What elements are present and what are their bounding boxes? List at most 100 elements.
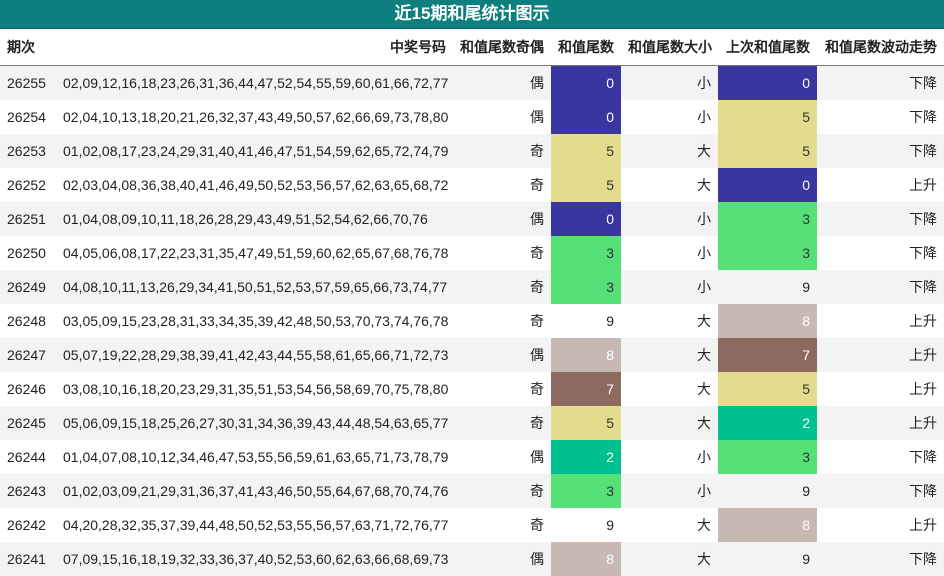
trend-cell: 上升: [817, 304, 944, 338]
page-title: 近15期和尾统计图示: [0, 0, 944, 29]
tail-cell: 5: [551, 406, 621, 440]
issue-cell: 26252: [0, 168, 56, 202]
prev-tail-cell: 8: [718, 508, 817, 542]
table-row[interactable]: 26250 04,05,06,08,17,22,23,31,35,47,49,51…: [0, 236, 944, 270]
size-cell: 小: [621, 270, 718, 304]
issue-cell: 26250: [0, 236, 56, 270]
prev-tail-cell: 9: [718, 474, 817, 508]
col-header-issue[interactable]: 期次: [0, 29, 56, 66]
tail-cell: 9: [551, 508, 621, 542]
numbers-cell: 02,04,10,13,18,20,21,26,32,37,43,49,50,5…: [56, 100, 453, 134]
parity-cell: 奇: [453, 508, 551, 542]
trend-cell: 下降: [817, 65, 944, 100]
size-cell: 小: [621, 65, 718, 100]
issue-cell: 26242: [0, 508, 56, 542]
table-row[interactable]: 26245 05,06,09,15,18,25,26,27,30,31,34,36…: [0, 406, 944, 440]
prev-tail-cell: 3: [718, 202, 817, 236]
table-row[interactable]: 26251 01,04,08,09,10,11,18,26,28,29,43,49…: [0, 202, 944, 236]
issue-cell: 26249: [0, 270, 56, 304]
col-header-prev-tail[interactable]: 上次和值尾数: [718, 29, 817, 66]
numbers-cell: 03,08,10,16,18,20,23,29,31,35,51,53,54,5…: [56, 372, 453, 406]
parity-cell: 奇: [453, 474, 551, 508]
header-row: 期次 中奖号码 和值尾数奇偶 和值尾数 和值尾数大小 上次和值尾数 和值尾数波动…: [0, 29, 944, 66]
table-row[interactable]: 26249 04,08,10,11,13,26,29,34,41,50,51,52…: [0, 270, 944, 304]
prev-tail-cell: 5: [718, 372, 817, 406]
table-row[interactable]: 26242 04,20,28,32,35,37,39,44,48,50,52,53…: [0, 508, 944, 542]
prev-tail-cell: 7: [718, 338, 817, 372]
prev-tail-cell: 2: [718, 406, 817, 440]
issue-cell: 26246: [0, 372, 56, 406]
parity-cell: 偶: [453, 202, 551, 236]
col-header-numbers[interactable]: 中奖号码: [56, 29, 453, 66]
numbers-cell: 01,02,03,09,21,29,31,36,37,41,43,46,50,5…: [56, 474, 453, 508]
tail-cell: 2: [551, 440, 621, 474]
size-cell: 大: [621, 338, 718, 372]
table-row[interactable]: 26253 01,02,08,17,23,24,29,31,40,41,46,47…: [0, 134, 944, 168]
issue-cell: 26244: [0, 440, 56, 474]
trend-cell: 下降: [817, 440, 944, 474]
col-header-parity[interactable]: 和值尾数奇偶: [453, 29, 551, 66]
prev-tail-cell: 5: [718, 100, 817, 134]
size-cell: 大: [621, 372, 718, 406]
tail-cell: 0: [551, 202, 621, 236]
issue-cell: 26253: [0, 134, 56, 168]
table-row[interactable]: 26241 07,09,15,16,18,19,32,33,36,37,40,52…: [0, 542, 944, 576]
numbers-cell: 02,03,04,08,36,38,40,41,46,49,50,52,53,5…: [56, 168, 453, 202]
table-row[interactable]: 26247 05,07,19,22,28,29,38,39,41,42,43,44…: [0, 338, 944, 372]
prev-tail-cell: 9: [718, 270, 817, 304]
table-row[interactable]: 26252 02,03,04,08,36,38,40,41,46,49,50,52…: [0, 168, 944, 202]
trend-cell: 下降: [817, 100, 944, 134]
issue-cell: 26251: [0, 202, 56, 236]
trend-cell: 下降: [817, 270, 944, 304]
parity-cell: 奇: [453, 304, 551, 338]
prev-tail-cell: 3: [718, 440, 817, 474]
numbers-cell: 01,04,08,09,10,11,18,26,28,29,43,49,51,5…: [56, 202, 453, 236]
numbers-cell: 04,05,06,08,17,22,23,31,35,47,49,51,59,6…: [56, 236, 453, 270]
prev-tail-cell: 9: [718, 542, 817, 576]
parity-cell: 奇: [453, 134, 551, 168]
issue-cell: 26243: [0, 474, 56, 508]
size-cell: 大: [621, 134, 718, 168]
col-header-size[interactable]: 和值尾数大小: [621, 29, 718, 66]
tail-cell: 3: [551, 236, 621, 270]
parity-cell: 奇: [453, 406, 551, 440]
issue-cell: 26247: [0, 338, 56, 372]
table-row[interactable]: 26243 01,02,03,09,21,29,31,36,37,41,43,46…: [0, 474, 944, 508]
tail-cell: 3: [551, 270, 621, 304]
parity-cell: 奇: [453, 168, 551, 202]
table-row[interactable]: 26254 02,04,10,13,18,20,21,26,32,37,43,49…: [0, 100, 944, 134]
numbers-cell: 01,02,08,17,23,24,29,31,40,41,46,47,51,5…: [56, 134, 453, 168]
col-header-tail[interactable]: 和值尾数: [551, 29, 621, 66]
numbers-cell: 05,06,09,15,18,25,26,27,30,31,34,36,39,4…: [56, 406, 453, 440]
size-cell: 小: [621, 474, 718, 508]
table-row[interactable]: 26248 03,05,09,15,23,28,31,33,34,35,39,42…: [0, 304, 944, 338]
parity-cell: 偶: [453, 100, 551, 134]
parity-cell: 奇: [453, 270, 551, 304]
trend-cell: 上升: [817, 406, 944, 440]
issue-cell: 26245: [0, 406, 56, 440]
size-cell: 小: [621, 202, 718, 236]
prev-tail-cell: 8: [718, 304, 817, 338]
trend-cell: 下降: [817, 236, 944, 270]
size-cell: 大: [621, 304, 718, 338]
prev-tail-cell: 5: [718, 134, 817, 168]
trend-cell: 下降: [817, 134, 944, 168]
numbers-cell: 02,09,12,16,18,23,26,31,36,44,47,52,54,5…: [56, 65, 453, 100]
size-cell: 大: [621, 542, 718, 576]
parity-cell: 偶: [453, 440, 551, 474]
issue-cell: 26255: [0, 65, 56, 100]
prev-tail-cell: 0: [718, 65, 817, 100]
prev-tail-cell: 3: [718, 236, 817, 270]
col-header-trend[interactable]: 和值尾数波动走势: [817, 29, 944, 66]
size-cell: 小: [621, 100, 718, 134]
parity-cell: 偶: [453, 65, 551, 100]
table-row[interactable]: 26255 02,09,12,16,18,23,26,31,36,44,47,52…: [0, 65, 944, 100]
tail-cell: 7: [551, 372, 621, 406]
table-row[interactable]: 26246 03,08,10,16,18,20,23,29,31,35,51,53…: [0, 372, 944, 406]
numbers-cell: 07,09,15,16,18,19,32,33,36,37,40,52,53,6…: [56, 542, 453, 576]
numbers-cell: 04,08,10,11,13,26,29,34,41,50,51,52,53,5…: [56, 270, 453, 304]
tail-cell: 9: [551, 304, 621, 338]
trend-cell: 下降: [817, 474, 944, 508]
table-row[interactable]: 26244 01,04,07,08,10,12,34,46,47,53,55,56…: [0, 440, 944, 474]
size-cell: 大: [621, 168, 718, 202]
